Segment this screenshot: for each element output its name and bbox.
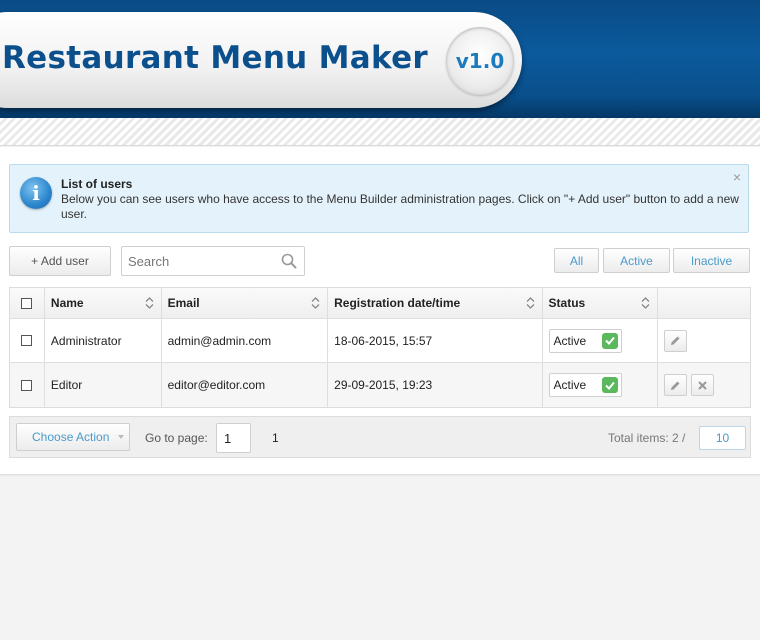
users-panel: i List of users Below you can see users …: [0, 147, 760, 474]
filter-all-button[interactable]: All: [554, 248, 599, 273]
status-value: Active: [553, 378, 587, 392]
app-header: Restaurant Menu Maker v1.0: [0, 0, 760, 118]
column-header-label: Name: [50, 296, 84, 310]
column-header-label: Registration date/time: [334, 296, 461, 310]
filter-inactive-button[interactable]: Inactive: [673, 248, 750, 273]
sort-arrows-icon: [641, 297, 650, 309]
header-stripe-divider: [0, 118, 760, 146]
info-icon: i: [20, 177, 52, 209]
edit-button[interactable]: [664, 374, 688, 396]
user-email: editor@editor.com: [162, 363, 329, 407]
user-registered: 29-09-2015, 19:23: [328, 363, 543, 407]
page-number-input[interactable]: [216, 423, 251, 453]
pagination-bar: Choose Action Go to page: 1 Total items:…: [9, 416, 751, 458]
user-name: Editor: [45, 363, 162, 407]
status-dropdown[interactable]: Active: [548, 373, 622, 397]
info-box: i List of users Below you can see users …: [9, 164, 749, 233]
row-select-cell: [10, 319, 45, 362]
table-row: Editor editor@editor.com 29-09-2015, 19:…: [10, 363, 750, 407]
row-checkbox[interactable]: [21, 379, 33, 391]
row-select-cell: [10, 363, 45, 407]
close-icon: [698, 380, 707, 390]
version-badge: v1.0: [446, 27, 514, 95]
choose-action-dropdown[interactable]: Choose Action: [16, 423, 130, 451]
search-box: [121, 246, 305, 276]
user-name: Administrator: [45, 319, 162, 362]
status-dropdown[interactable]: Active: [548, 328, 622, 353]
column-header-label: Status: [548, 296, 586, 310]
table-header-row: Name Email Registration date/time Status: [10, 288, 750, 319]
column-header-status[interactable]: Status: [543, 288, 659, 318]
sort-arrows-icon: [311, 297, 320, 309]
select-all-checkbox[interactable]: [21, 297, 33, 309]
pencil-icon: [671, 336, 680, 345]
search-icon[interactable]: [281, 253, 297, 269]
info-text: Below you can see users who have access …: [61, 192, 739, 221]
users-table: Name Email Registration date/time Status: [9, 287, 751, 408]
edit-button[interactable]: [664, 329, 688, 352]
actions-cell: [658, 363, 750, 407]
app-title: Restaurant Menu Maker: [2, 40, 429, 76]
user-registered: 18-06-2015, 15:57: [328, 319, 543, 362]
pencil-icon: [671, 381, 680, 390]
column-header-name[interactable]: Name: [45, 288, 162, 318]
user-email: admin@admin.com: [162, 319, 329, 362]
sort-arrows-icon: [526, 297, 535, 309]
table-row: Administrator admin@admin.com 18-06-2015…: [10, 319, 750, 363]
items-per-page-selector[interactable]: 10: [699, 426, 746, 450]
chevron-down-icon: [118, 435, 124, 439]
filter-active-button[interactable]: Active: [603, 248, 670, 273]
total-items-label: Total items: 2 /: [608, 431, 686, 445]
checkmark-icon: [601, 377, 618, 393]
status-cell: Active: [543, 363, 659, 407]
select-all-cell: [10, 288, 45, 318]
add-user-button[interactable]: + Add user: [9, 246, 111, 276]
sort-arrows-icon: [145, 297, 154, 309]
column-header-email[interactable]: Email: [162, 288, 329, 318]
page-count: 1: [272, 431, 279, 445]
status-value: Active: [553, 333, 587, 348]
actions-cell: [658, 319, 750, 362]
close-icon[interactable]: ×: [733, 169, 741, 185]
status-cell: Active: [543, 319, 659, 362]
row-checkbox[interactable]: [21, 335, 33, 346]
go-to-page-label: Go to page:: [145, 431, 208, 445]
column-header-registration[interactable]: Registration date/time: [328, 288, 543, 318]
column-header-actions: [658, 288, 750, 318]
choose-action-label: Choose Action: [32, 430, 110, 444]
info-title: List of users: [61, 177, 133, 191]
delete-button[interactable]: [691, 374, 715, 396]
version-label: v1.0: [455, 49, 505, 73]
checkmark-icon: [601, 332, 618, 349]
column-header-label: Email: [167, 296, 200, 310]
search-input[interactable]: [122, 247, 278, 275]
